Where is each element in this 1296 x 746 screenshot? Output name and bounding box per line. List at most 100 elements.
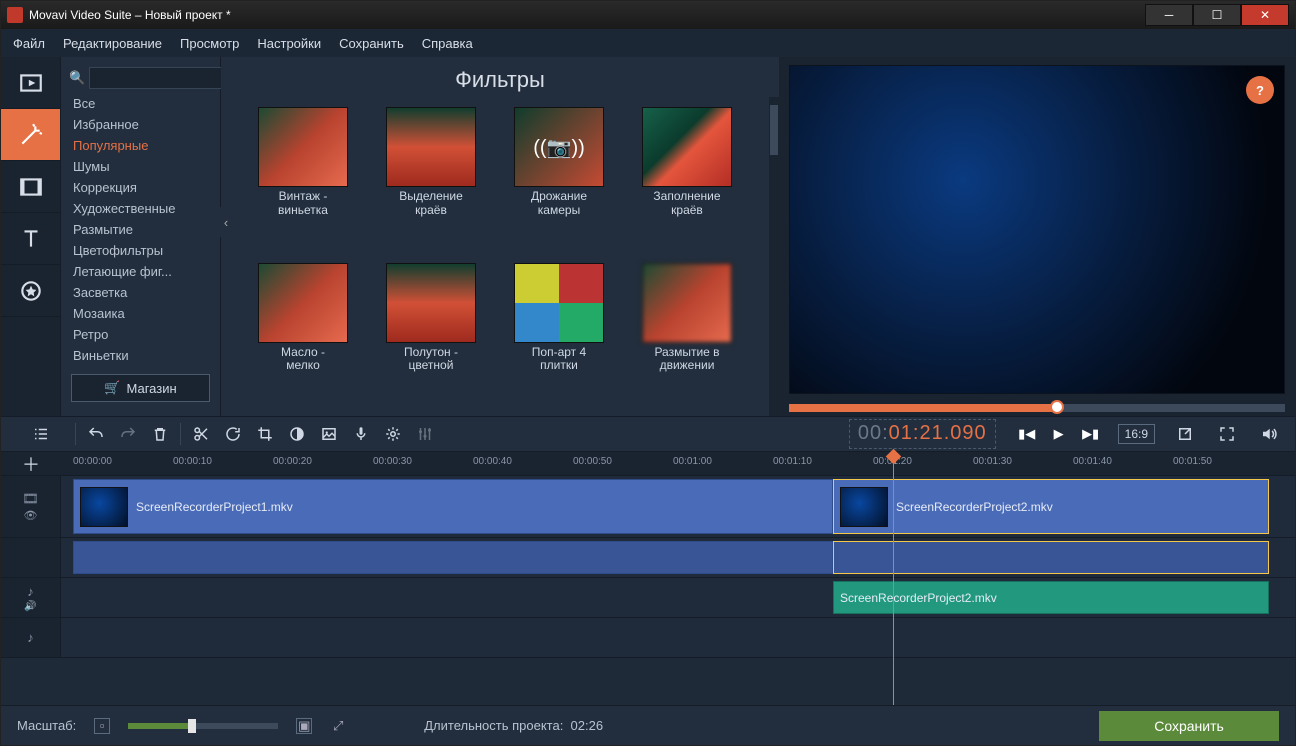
timecode-orange: 01:21.090 xyxy=(889,422,987,444)
picture-icon xyxy=(320,425,338,443)
audio-track-body[interactable]: ScreenRecorderProject2.mkv xyxy=(61,578,1295,617)
fullscreen-button[interactable] xyxy=(1211,420,1243,448)
prev-button[interactable]: ▮◀ xyxy=(1016,423,1038,445)
filter-label: Винтаж - виньетка xyxy=(278,190,328,218)
close-button[interactable]: ✕ xyxy=(1241,4,1289,26)
tracklist-button[interactable] xyxy=(11,420,71,448)
video-track-body[interactable]: ScreenRecorderProject1.mkv ScreenRecorde… xyxy=(61,476,1295,537)
linked-audio-track-body[interactable] xyxy=(61,538,1295,577)
sticker-icon xyxy=(18,278,44,304)
tab-media[interactable] xyxy=(1,57,60,109)
category-item[interactable]: Коррекция xyxy=(61,177,220,198)
filter-item[interactable]: Масло - мелко xyxy=(253,263,353,407)
menu-view[interactable]: Просмотр xyxy=(180,36,239,51)
volume-button[interactable] xyxy=(1253,420,1285,448)
zoom-out-icon[interactable]: ▫ xyxy=(94,718,110,734)
delete-button[interactable] xyxy=(144,420,176,448)
time-ruler[interactable]: ＋ 00:00:00 00:00:10 00:00:20 00:00:30 00… xyxy=(1,452,1295,476)
speaker-small-icon[interactable]: 🔊 xyxy=(24,601,36,612)
category-item[interactable]: Летающие фиг... xyxy=(61,261,220,282)
next-button[interactable]: ▶▮ xyxy=(1080,423,1102,445)
filter-thumb xyxy=(386,263,476,343)
gear-icon xyxy=(384,425,402,443)
filter-item[interactable]: Заполнение краёв xyxy=(637,107,737,251)
linked-audio-track-head[interactable] xyxy=(1,538,61,577)
ruler-tick: 00:01:30 xyxy=(973,456,1012,467)
equalizer-button[interactable] xyxy=(409,420,441,448)
category-item[interactable]: Виньетки xyxy=(61,345,220,366)
tab-transitions[interactable] xyxy=(1,161,60,213)
filter-item[interactable]: Винтаж - виньетка xyxy=(253,107,353,251)
tab-filters[interactable] xyxy=(1,109,60,161)
picture-button[interactable] xyxy=(313,420,345,448)
fit-timeline-icon[interactable]: ⤢ xyxy=(330,718,346,734)
ruler-tick: 00:00:40 xyxy=(473,456,512,467)
store-button[interactable]: 🛒 Магазин xyxy=(71,374,210,402)
category-item[interactable]: Ретро xyxy=(61,324,220,345)
category-item[interactable]: Художественные xyxy=(61,198,220,219)
category-item[interactable]: Засветка xyxy=(61,282,220,303)
filter-item[interactable]: ((📷))Дрожание камеры xyxy=(509,107,609,251)
main-area: 🔍 ✕ Все Избранное Популярные Шумы Коррек… xyxy=(1,57,1295,416)
video-track-head[interactable]: 🎞 👁 xyxy=(1,476,61,537)
timecode-display[interactable]: 00:01:21.090 xyxy=(849,419,996,449)
menu-settings[interactable]: Настройки xyxy=(257,36,321,51)
speaker-icon xyxy=(1260,425,1278,443)
clip-label: ScreenRecorderProject2.mkv xyxy=(896,500,1053,514)
filters-panel: ‹ Фильтры Винтаж - виньетка Выделение кр… xyxy=(221,57,779,416)
crop-button[interactable] xyxy=(249,420,281,448)
audio-track-head[interactable]: ♪ 🔊 xyxy=(1,578,61,617)
category-item[interactable]: Все xyxy=(61,93,220,114)
preview-progress[interactable] xyxy=(789,404,1285,412)
playhead[interactable] xyxy=(893,452,894,705)
help-button[interactable]: ? xyxy=(1246,76,1274,104)
record-audio-button[interactable] xyxy=(345,420,377,448)
menu-save[interactable]: Сохранить xyxy=(339,36,404,51)
filter-item[interactable]: Размытие в движении xyxy=(637,263,737,407)
category-item[interactable]: Избранное xyxy=(61,114,220,135)
save-label: Сохранить xyxy=(1154,718,1224,734)
add-track-button[interactable]: ＋ xyxy=(1,452,61,476)
clip-properties-button[interactable] xyxy=(377,420,409,448)
linked-audio-clip-1[interactable] xyxy=(73,541,833,574)
collapse-categories-icon[interactable]: ‹ xyxy=(219,207,233,237)
redo-button[interactable] xyxy=(112,420,144,448)
video-clip-1[interactable]: ScreenRecorderProject1.mkv xyxy=(73,479,833,534)
color-button[interactable] xyxy=(281,420,313,448)
progress-knob[interactable] xyxy=(1050,400,1064,414)
filter-item[interactable]: Поп-арт 4 плитки xyxy=(509,263,609,407)
video-clip-2[interactable]: ScreenRecorderProject2.mkv xyxy=(833,479,1269,534)
tab-stickers[interactable] xyxy=(1,265,60,317)
play-button[interactable]: ▶ xyxy=(1048,423,1070,445)
linked-audio-clip-2[interactable] xyxy=(833,541,1269,574)
rotate-button[interactable] xyxy=(217,420,249,448)
video-preview[interactable]: ? xyxy=(789,65,1285,394)
maximize-button[interactable]: ☐ xyxy=(1193,4,1241,26)
tab-titles[interactable] xyxy=(1,213,60,265)
save-button[interactable]: Сохранить xyxy=(1099,711,1279,741)
zoom-in-icon[interactable]: ▣ xyxy=(296,718,312,734)
category-item[interactable]: Размытие xyxy=(61,219,220,240)
filters-scrollbar[interactable] xyxy=(769,97,779,416)
redo-icon xyxy=(119,425,137,443)
category-item[interactable]: Шумы xyxy=(61,156,220,177)
eye-icon[interactable]: 👁 xyxy=(24,509,38,522)
category-item[interactable]: Цветофильтры xyxy=(61,240,220,261)
menu-help[interactable]: Справка xyxy=(422,36,473,51)
category-item-active[interactable]: Популярные xyxy=(61,135,220,156)
aspect-ratio-button[interactable]: 16:9 xyxy=(1118,424,1155,444)
menu-file[interactable]: Файл xyxy=(13,36,45,51)
filter-item[interactable]: Полутон - цветной xyxy=(381,263,481,407)
menu-edit[interactable]: Редактирование xyxy=(63,36,162,51)
zoom-knob[interactable] xyxy=(188,719,196,733)
zoom-slider[interactable] xyxy=(128,723,278,729)
split-button[interactable] xyxy=(185,420,217,448)
music-track-body[interactable] xyxy=(61,618,1295,657)
minimize-button[interactable]: ─ xyxy=(1145,4,1193,26)
audio-clip[interactable]: ScreenRecorderProject2.mkv xyxy=(833,581,1269,614)
detach-preview-button[interactable] xyxy=(1169,420,1201,448)
music-track-head[interactable]: ♪ xyxy=(1,618,61,657)
filter-item[interactable]: Выделение краёв xyxy=(381,107,481,251)
category-item[interactable]: Мозаика xyxy=(61,303,220,324)
undo-button[interactable] xyxy=(80,420,112,448)
